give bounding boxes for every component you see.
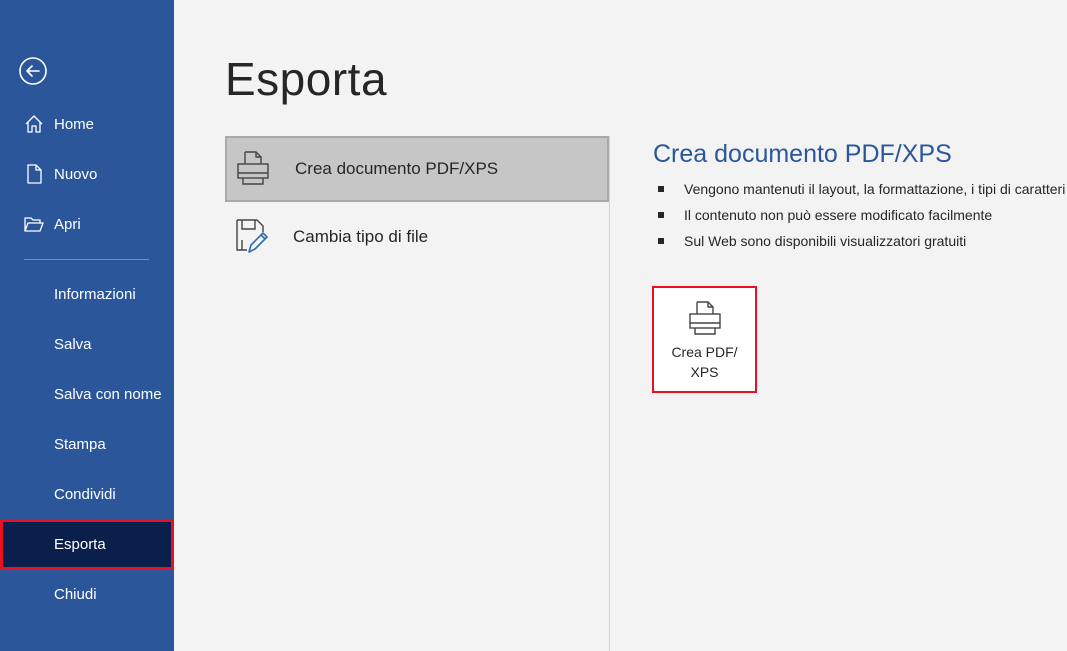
page-title: Esporta xyxy=(225,53,388,105)
sidebar-item-share[interactable]: Condividi xyxy=(0,471,174,517)
option-label: Crea documento PDF/XPS xyxy=(295,159,499,178)
change-file-type-icon xyxy=(233,218,269,256)
option-label: Cambia tipo di file xyxy=(293,227,429,246)
option-create-pdf-xps[interactable]: Crea documento PDF/XPS xyxy=(225,136,609,202)
sidebar-item-label: Condividi xyxy=(54,485,116,503)
backstage-sidebar: Home Nuovo Apri Informazioni Salva Salva… xyxy=(0,0,174,651)
back-arrow-icon xyxy=(19,57,47,85)
sidebar-item-save-as[interactable]: Salva con nome xyxy=(0,371,174,417)
back-button[interactable] xyxy=(18,56,48,86)
sidebar-item-label: Informazioni xyxy=(54,285,136,303)
sidebar-item-new[interactable]: Nuovo xyxy=(0,151,174,197)
sidebar-item-label: Salva con nome xyxy=(54,385,162,403)
create-button-label: Crea PDF/ XPS xyxy=(671,344,738,380)
sidebar-item-info[interactable]: Informazioni xyxy=(0,271,174,317)
sidebar-item-label: Home xyxy=(54,115,95,133)
bullet-icon xyxy=(658,238,664,244)
sidebar-item-label: Nuovo xyxy=(54,165,98,183)
sidebar-item-print[interactable]: Stampa xyxy=(0,421,174,467)
sidebar-item-label: Apri xyxy=(54,215,81,233)
sidebar-item-open[interactable]: Apri xyxy=(0,201,174,247)
pdf-printer-icon xyxy=(235,150,271,188)
sidebar-item-export[interactable]: Esporta xyxy=(0,519,174,570)
sidebar-item-close[interactable]: Chiudi xyxy=(0,571,174,617)
bullet-text: Il contenuto non può essere modificato f… xyxy=(684,207,993,223)
bullet-icon xyxy=(658,212,664,218)
list-item: Vengono mantenuti il layout, la formatta… xyxy=(658,176,1067,202)
new-document-icon xyxy=(23,163,45,185)
list-item: Sul Web sono disponibili visualizzatori … xyxy=(658,228,1067,254)
detail-bullets: Vengono mantenuti il layout, la formatta… xyxy=(658,176,1067,254)
option-change-file-type[interactable]: Cambia tipo di file xyxy=(225,204,609,270)
detail-title: Crea documento PDF/XPS xyxy=(653,140,952,168)
sidebar-item-label: Esporta xyxy=(54,536,106,553)
folder-open-icon xyxy=(23,213,45,235)
panel-divider xyxy=(609,136,610,651)
sidebar-divider xyxy=(24,259,149,260)
export-options-list: Crea documento PDF/XPS Cambia tipo di fi… xyxy=(225,136,609,651)
list-item: Il contenuto non può essere modificato f… xyxy=(658,202,1067,228)
sidebar-item-label: Salva xyxy=(54,335,92,353)
bullet-icon xyxy=(658,186,664,192)
sidebar-item-label: Chiudi xyxy=(54,585,97,603)
pdf-printer-icon xyxy=(688,301,721,335)
bullet-text: Vengono mantenuti il layout, la formatta… xyxy=(684,181,1067,197)
sidebar-item-save[interactable]: Salva xyxy=(0,321,174,367)
create-pdf-xps-button[interactable]: Crea PDF/ XPS xyxy=(652,286,757,393)
sidebar-item-home[interactable]: Home xyxy=(0,101,174,147)
home-icon xyxy=(23,113,45,135)
sidebar-item-label: Stampa xyxy=(54,435,106,453)
bullet-text: Sul Web sono disponibili visualizzatori … xyxy=(684,233,967,249)
